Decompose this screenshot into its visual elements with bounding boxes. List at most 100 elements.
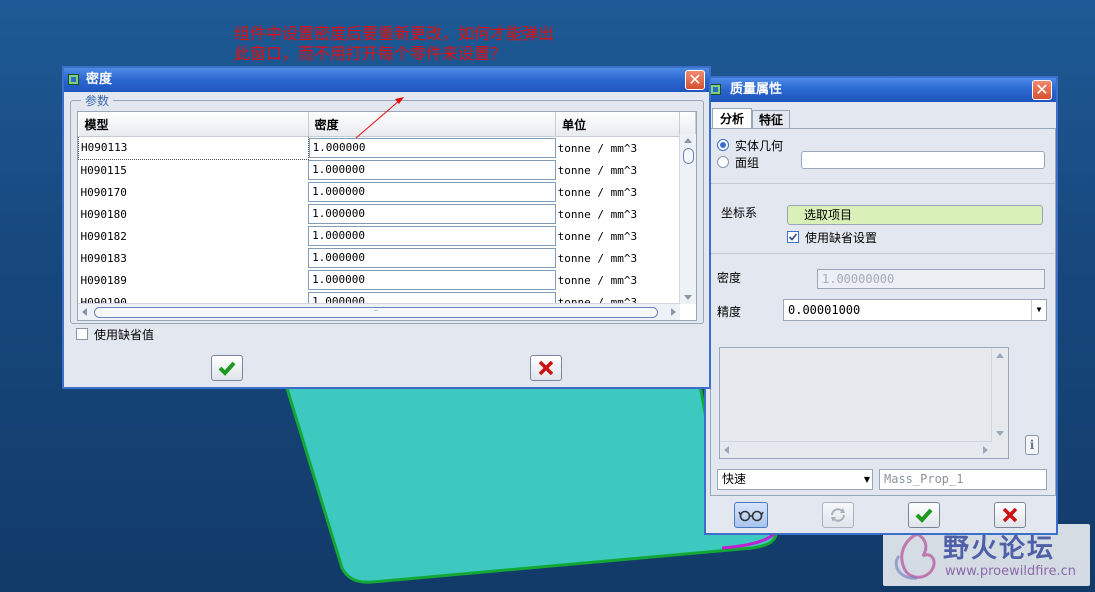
col-header-density[interactable]: 密度 [308,112,557,137]
results-vscrollbar[interactable] [991,348,1008,441]
use-default-settings-label: 使用缺省设置 [805,231,878,245]
preview-button[interactable] [734,502,768,528]
density-cell[interactable]: 1.000000 [308,159,556,181]
ok-button[interactable] [908,502,940,528]
precision-dropdown[interactable]: 0.00001000 ▼ [783,299,1047,321]
scroll-up-icon[interactable] [684,138,692,143]
checkmark-icon [915,508,933,523]
regenerate-button[interactable] [822,502,854,528]
precision-value: 0.00001000 [788,303,861,317]
col-header-spacer [679,112,696,137]
unit-cell: tonne / mm^3 [557,251,638,265]
chevron-down-icon[interactable]: ▼ [864,470,870,490]
model-cell[interactable]: H090115 [79,159,309,181]
close-icon[interactable]: ✕ [1032,80,1052,100]
annotation-text: 组件中设置密度后要重新更改，如何才能弹出 此窗口，而不用打开每个零件来设置？ [234,24,554,64]
radio-surface[interactable] [717,156,729,168]
coord-system-selector[interactable]: 选取项目 [787,205,1043,225]
chevron-down-icon[interactable]: ▼ [1031,300,1046,320]
feature-name-field[interactable]: Mass_Prop_1 [879,469,1047,490]
params-group-label: 参数 [81,92,114,109]
scroll-down-icon[interactable] [996,431,1004,436]
density-cell[interactable]: 1.000000 [308,203,556,225]
model-cell[interactable]: H090170 [79,181,309,203]
params-group: 参数 模型 密度 单位 H090113 1.000000 tonne / mm^3 H… [70,92,704,324]
unit-cell: tonne / mm^3 [557,273,638,287]
params-table: 模型 密度 单位 H090113 1.000000 tonne / mm^3 H090… [77,111,697,321]
radio-solid[interactable] [717,139,729,151]
table-hscrollbar[interactable]: ┄ [78,303,680,320]
scroll-thumb[interactable] [683,148,694,164]
checkmark-icon [218,361,236,376]
glasses-icon [738,510,764,522]
radio-solid-label: 实体几何 [735,139,784,153]
mode-dropdown[interactable]: 快速 ▼ [717,469,873,490]
ok-button[interactable] [211,355,243,381]
results-hscrollbar[interactable] [720,441,992,458]
density-field: 1.00000000 [817,269,1045,289]
density-input[interactable]: 1.000000 [308,226,556,246]
tab-analysis[interactable]: 分析 [712,108,752,129]
density-cell[interactable]: 1.000000 [308,247,556,269]
use-default-settings-checkbox[interactable] [787,231,799,243]
results-area[interactable] [719,347,1009,459]
table-row[interactable]: H090113 1.000000 tonne / mm^3 [78,136,696,160]
watermark-url: www.proewildfire.cn [945,564,1076,579]
density-cell[interactable]: 1.000000 [308,269,556,291]
model-cell[interactable]: H090180 [79,203,309,225]
mass-dialog-titlebar[interactable]: 质量属性 ✕ [706,78,1056,102]
info-icon[interactable]: i [1025,435,1039,455]
unit-cell: tonne / mm^3 [557,207,638,221]
hscroll-thumb[interactable]: ┄ [94,307,658,318]
unit-cell: tonne / mm^3 [557,141,638,155]
model-cell[interactable]: H090182 [79,225,309,247]
table-row[interactable]: H090189 1.000000 tonne / mm^3 [79,269,696,291]
table-row[interactable]: H090183 1.000000 tonne / mm^3 [79,247,696,269]
density-table: 模型 密度 单位 H090113 1.000000 tonne / mm^3 H090… [78,112,696,313]
col-header-model[interactable]: 模型 [78,112,309,137]
scroll-right-icon[interactable] [671,308,676,316]
refresh-icon [831,508,845,522]
model-cell[interactable]: H090189 [79,269,309,291]
scroll-left-icon[interactable] [82,308,87,316]
density-dialog-titlebar[interactable]: 密度 ✕ [64,68,709,92]
table-vscrollbar[interactable] [679,134,696,304]
density-dialog: 密度 ✕ 参数 模型 密度 单位 H090113 1.000000 tonne / … [62,66,711,389]
surface-select-field[interactable] [801,151,1045,169]
scroll-down-icon[interactable] [684,295,692,300]
density-label: 密度 [717,271,742,285]
flame-logo-icon [894,532,936,580]
radio-dot-icon [720,142,726,148]
density-input[interactable]: 1.000000 [308,204,556,224]
density-input[interactable]: 1.000000 [308,160,556,180]
density-input[interactable]: 1.000000 [308,182,556,202]
x-icon [538,360,554,376]
model-cell[interactable]: H090183 [79,247,309,269]
mass-properties-dialog: 质量属性 ✕ 分析 特征 实体几何 面组 坐标系 选取项目 使用缺省设置 密度 … [704,76,1058,535]
coord-system-label: 坐标系 [721,206,758,220]
table-row[interactable]: H090115 1.000000 tonne / mm^3 [79,159,696,181]
density-cell[interactable]: 1.000000 [308,225,556,247]
tab-feature[interactable]: 特征 [752,110,790,129]
density-input[interactable]: 1.000000 [308,138,556,158]
annotation-line-1: 组件中设置密度后要重新更改，如何才能弹出 [234,24,555,43]
table-row[interactable]: H090180 1.000000 tonne / mm^3 [79,203,696,225]
density-dialog-title: 密度 [86,72,113,87]
radio-surface-label: 面组 [735,156,760,170]
density-cell[interactable]: 1.000000 [308,181,556,203]
cancel-button[interactable] [530,355,562,381]
table-row[interactable]: H090170 1.000000 tonne / mm^3 [79,181,696,203]
col-header-unit[interactable]: 单位 [555,112,680,137]
scroll-left-icon[interactable] [724,446,729,454]
part-body [283,383,778,584]
scroll-up-icon[interactable] [996,353,1004,358]
close-icon[interactable]: ✕ [685,70,705,90]
cancel-button[interactable] [994,502,1026,528]
density-input[interactable]: 1.000000 [308,248,556,268]
use-default-value-checkbox[interactable] [76,328,88,340]
density-input[interactable]: 1.000000 [308,270,556,290]
table-row[interactable]: H090182 1.000000 tonne / mm^3 [79,225,696,247]
model-cell[interactable]: H090113 [78,136,309,160]
density-cell[interactable]: 1.000000 [308,137,556,160]
scroll-right-icon[interactable] [983,446,988,454]
